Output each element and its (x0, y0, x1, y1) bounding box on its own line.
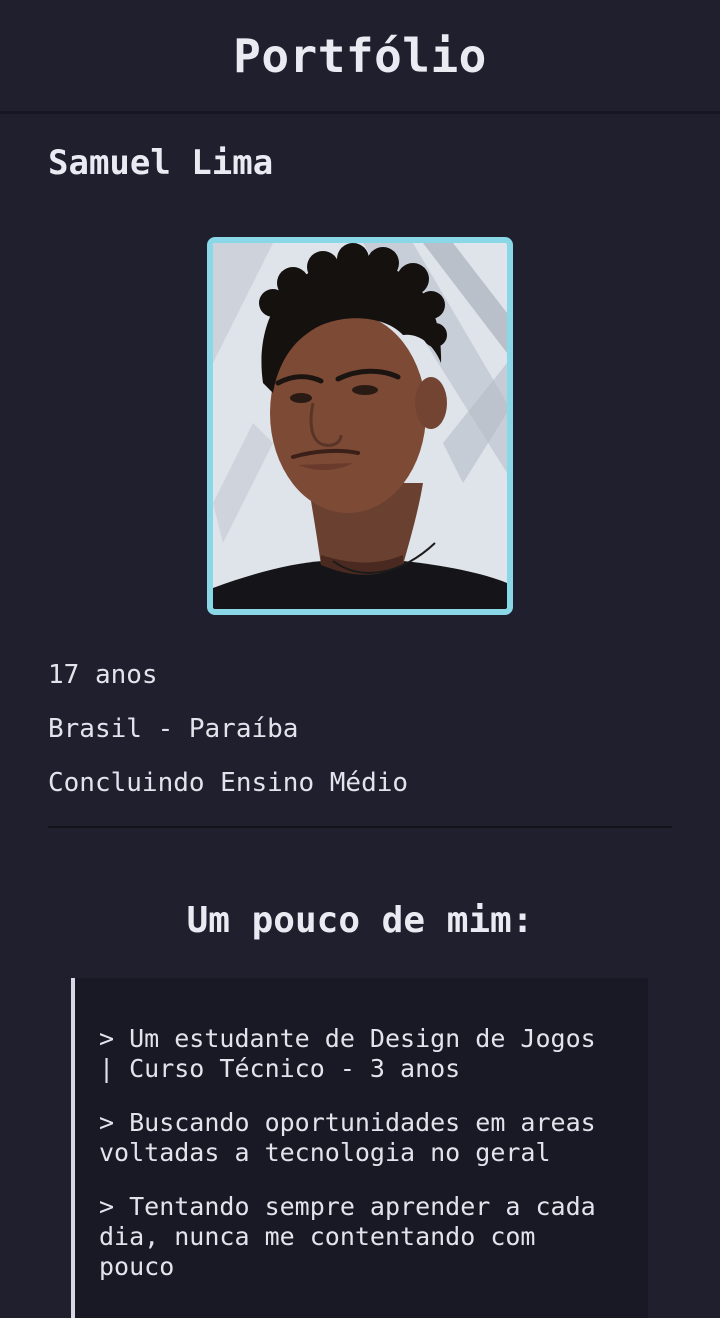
profile-photo (207, 237, 513, 615)
section-divider (48, 826, 672, 828)
about-title: Um pouco de mim: (186, 900, 534, 941)
profile-name: Samuel Lima (48, 143, 274, 183)
profile-location: Brasil - Paraíba (48, 714, 299, 744)
about-blockquote: > Um estudante de Design de Jogos | Curs… (71, 978, 648, 1318)
profile-age: 17 anos (48, 660, 158, 690)
profile-education: Concluindo Ensino Médio (48, 768, 409, 798)
about-item-1: > Um estudante de Design de Jogos | Curs… (99, 1024, 596, 1083)
page-header: Portfólio (0, 0, 720, 114)
about-item-2: > Buscando oportunidades em areas voltad… (99, 1108, 596, 1167)
profile-photo-image (213, 243, 507, 609)
about-item-3: > Tentando sempre aprender a cada dia, n… (99, 1192, 596, 1281)
page-title: Portfólio (233, 28, 487, 83)
